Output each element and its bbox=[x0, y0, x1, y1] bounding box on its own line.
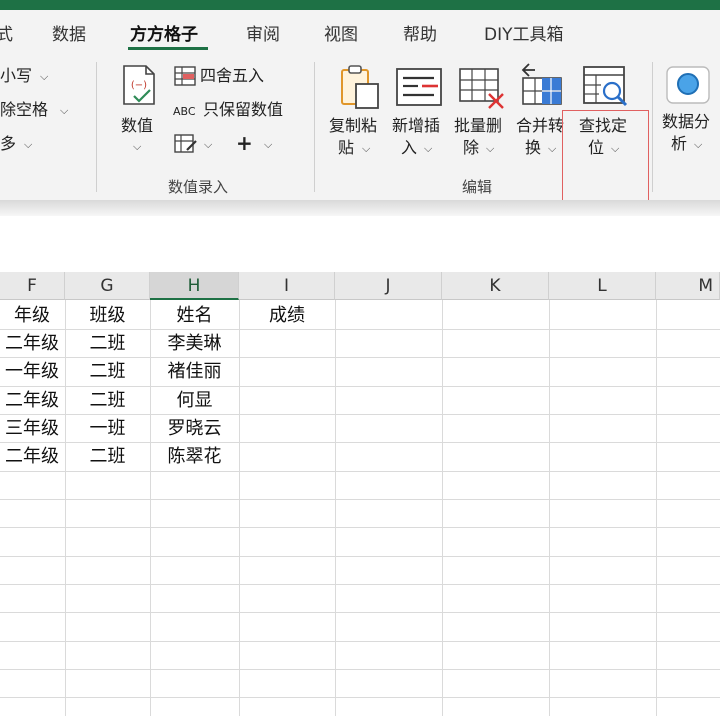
lowercase-label: 小写 bbox=[0, 66, 33, 85]
column-header-k[interactable]: K bbox=[442, 272, 549, 300]
data-analysis-icon bbox=[666, 66, 710, 108]
merge-convert-label: 合并转 bbox=[516, 116, 565, 135]
batch-delete-label-2: 除 bbox=[463, 138, 480, 157]
group-label-value-entry: 数值录入 bbox=[168, 178, 229, 196]
cell-header-score[interactable]: 成绩 bbox=[239, 301, 335, 329]
grid-line bbox=[0, 499, 720, 500]
tab-view[interactable]: 视图 bbox=[324, 20, 358, 45]
plus-icon: + bbox=[236, 131, 253, 155]
shuzhi-label: 数值 bbox=[121, 116, 154, 135]
copy-paste-label-2: 贴 bbox=[338, 138, 355, 157]
grid-line bbox=[442, 300, 443, 716]
abc-icon: ABC bbox=[173, 105, 196, 118]
batch-delete-label: 批量删 bbox=[454, 116, 503, 135]
group-separator bbox=[652, 62, 653, 192]
tab-data[interactable]: 数据 bbox=[52, 20, 86, 45]
insert-rows-icon bbox=[396, 68, 442, 110]
tab-help[interactable]: 帮助 bbox=[403, 20, 437, 45]
chevron-down-icon: ⌵ bbox=[40, 70, 49, 83]
column-header-j[interactable]: J bbox=[335, 272, 442, 300]
table-cell[interactable]: 褚佳丽 bbox=[150, 357, 239, 385]
find-locate-icon bbox=[583, 66, 629, 112]
table-cell[interactable]: 李美琳 bbox=[150, 329, 239, 357]
chevron-down-icon: ⌵ bbox=[362, 142, 371, 155]
chevron-down-icon: ⌵ bbox=[548, 142, 557, 155]
tab-formulas[interactable]: 式 bbox=[0, 20, 13, 45]
group-label-edit: 编辑 bbox=[462, 178, 493, 196]
grid-round-icon bbox=[174, 66, 196, 90]
cell-header-class[interactable]: 班级 bbox=[65, 301, 150, 329]
formula-bar-area[interactable] bbox=[0, 216, 720, 272]
grid-line bbox=[0, 612, 720, 613]
column-header-m[interactable]: M bbox=[656, 272, 720, 300]
keep-values-label: 只保留数值 bbox=[203, 100, 284, 119]
more-label: 多 bbox=[0, 134, 17, 153]
group-separator bbox=[314, 62, 315, 192]
merge-convert-label-2: 换 bbox=[525, 138, 542, 157]
column-header-l[interactable]: L bbox=[549, 272, 656, 300]
table-cell[interactable]: 二班 bbox=[65, 329, 150, 357]
table-cell[interactable]: 二班 bbox=[65, 386, 150, 414]
edit-table-icon bbox=[174, 134, 198, 158]
column-header-f[interactable]: F bbox=[0, 272, 65, 300]
merge-convert-icon bbox=[519, 62, 565, 110]
column-header-g[interactable]: G bbox=[65, 272, 150, 300]
group-separator bbox=[96, 62, 97, 192]
svg-text:(−): (−) bbox=[131, 80, 147, 91]
table-cell[interactable]: 罗晓云 bbox=[150, 414, 239, 442]
grid-line bbox=[656, 300, 657, 716]
ribbon-shadow bbox=[0, 200, 720, 216]
tab-diy-toolbox[interactable]: DIY工具箱 bbox=[484, 20, 564, 45]
round-label: 四舍五入 bbox=[200, 66, 265, 85]
grid-line bbox=[0, 471, 720, 472]
insert-new-label: 新增插 bbox=[392, 116, 441, 135]
table-cell[interactable]: 一班 bbox=[65, 414, 150, 442]
table-cell[interactable]: 二班 bbox=[65, 357, 150, 385]
column-header-h[interactable]: H bbox=[150, 272, 239, 300]
chevron-down-icon: ⌵ bbox=[264, 138, 273, 151]
value-icon: (−) bbox=[120, 64, 158, 112]
chevron-down-icon: ⌵ bbox=[60, 104, 69, 117]
table-cell[interactable]: 何显 bbox=[150, 386, 239, 414]
spreadsheet-grid[interactable]: 年级 班级 姓名 成绩 二年级 二班 李美琳 一年级 二班 褚佳丽 二年级 二班… bbox=[0, 300, 720, 716]
remove-spaces-label: 除空格 bbox=[0, 100, 49, 119]
active-tab-indicator bbox=[128, 47, 208, 50]
grid-line bbox=[0, 641, 720, 642]
grid-line bbox=[335, 300, 336, 716]
cell-header-name[interactable]: 姓名 bbox=[150, 301, 239, 329]
chevron-down-icon: ⌵ bbox=[694, 138, 703, 151]
ribbon-panel: 小写 ⌵ 除空格 ⌵ 多 ⌵ (−) 数值 ⌵ 四舍五入 ABC 只保留数值 ⌵… bbox=[0, 54, 720, 224]
data-analysis-label: 数据分 bbox=[662, 112, 711, 131]
chevron-down-icon: ⌵ bbox=[424, 142, 433, 155]
table-cell[interactable]: 二班 bbox=[65, 442, 150, 470]
column-header-i[interactable]: I bbox=[239, 272, 335, 300]
title-bar-strip bbox=[0, 0, 720, 10]
grid-line bbox=[239, 300, 240, 716]
chevron-down-icon: ⌵ bbox=[24, 138, 33, 151]
grid-line bbox=[0, 669, 720, 670]
tab-fangfanggezi[interactable]: 方方格子 bbox=[130, 20, 198, 45]
ribbon-tabs: 式 数据 方方格子 审阅 视图 帮助 DIY工具箱 bbox=[0, 10, 720, 54]
data-analysis-label-2: 析 bbox=[671, 134, 688, 153]
chevron-down-icon: ⌵ bbox=[204, 138, 213, 151]
grid-line bbox=[0, 527, 720, 528]
chevron-down-icon: ⌵ bbox=[133, 140, 142, 153]
batch-delete-icon bbox=[459, 68, 505, 114]
chevron-down-icon: ⌵ bbox=[486, 142, 495, 155]
grid-line bbox=[549, 300, 550, 716]
copy-paste-label: 复制粘 bbox=[329, 116, 378, 135]
grid-line bbox=[0, 556, 720, 557]
table-cell[interactable]: 陈翠花 bbox=[150, 442, 239, 470]
grid-line bbox=[0, 584, 720, 585]
grid-line bbox=[0, 697, 720, 698]
clipboard-icon bbox=[338, 64, 382, 114]
tab-review[interactable]: 审阅 bbox=[246, 20, 280, 45]
insert-new-label-2: 入 bbox=[401, 138, 418, 157]
